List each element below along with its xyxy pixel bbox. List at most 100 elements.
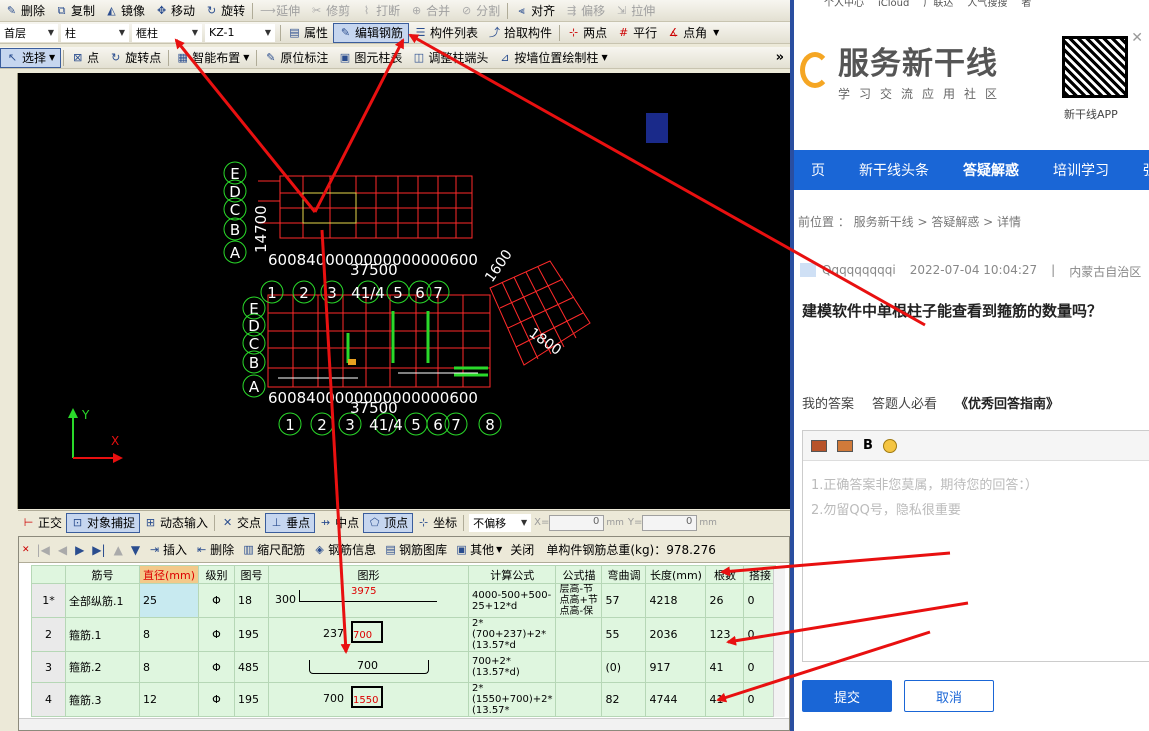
- bookmark-link[interactable]: 者: [1021, 0, 1031, 10]
- grade-cell[interactable]: Φ: [198, 651, 236, 683]
- formula-cell[interactable]: 4000-500+500-25+12*d: [468, 583, 557, 618]
- table-row[interactable]: 4 箍筋.3 12 Φ 195 700 1550 2*(1550+700)+2*(13.57*…: [31, 682, 777, 717]
- column-header[interactable]: 搭接: [743, 565, 777, 584]
- column-header[interactable]: 根数: [705, 565, 745, 584]
- prev-record-icon[interactable]: ◀: [54, 543, 71, 557]
- column-header[interactable]: 图形: [268, 565, 470, 584]
- answerer-notice-link[interactable]: 答题人必看: [872, 393, 937, 412]
- bold-icon[interactable]: B: [863, 438, 873, 453]
- in-place-annotation-button[interactable]: ✎ 原位标注: [259, 48, 333, 68]
- close-icon[interactable]: ✕: [1131, 30, 1143, 46]
- nav-item[interactable]: 答疑解惑: [946, 160, 1036, 180]
- bookmark-link[interactable]: 人气搜搜: [967, 0, 1007, 10]
- move-down-icon[interactable]: ▼: [127, 543, 144, 557]
- formula-cell[interactable]: 700+2*(13.57*d): [468, 651, 557, 683]
- table-row[interactable]: 3 箍筋.2 8 Φ 485 700 700+2*(13.57*d) (0) 917 41 0: [31, 651, 777, 683]
- edit-rebar-button[interactable]: ✎ 编辑钢筋: [333, 22, 410, 43]
- toolbar-copy-button[interactable]: ⧉ 复制: [50, 1, 100, 21]
- rebar-library-button[interactable]: ▤ 钢筋图库: [380, 541, 451, 558]
- lap-cell[interactable]: 0: [743, 583, 777, 618]
- row-index-cell[interactable]: 3: [31, 651, 66, 683]
- first-record-icon[interactable]: |◀: [33, 543, 54, 557]
- table-row[interactable]: 2 箍筋.1 8 Φ 195 237 700 2*(700+237)+2*(13.57*d 55…: [31, 617, 777, 652]
- toolbar-align-button[interactable]: ⫷ 对齐: [510, 1, 560, 21]
- shape-cell[interactable]: 700: [268, 651, 470, 683]
- floor-select[interactable]: 首层 ▼: [0, 23, 58, 42]
- toolbar-mirror-button[interactable]: ◭ 镜像: [100, 1, 150, 21]
- toolbar-offset-button[interactable]: ⇶ 偏移: [560, 1, 610, 21]
- last-record-icon[interactable]: ▶|: [88, 543, 109, 557]
- length-cell[interactable]: 4744: [645, 682, 707, 717]
- rebar-name-cell[interactable]: 箍筋.3: [65, 682, 140, 717]
- formula-desc-cell[interactable]: [555, 617, 603, 652]
- answer-editor[interactable]: B 1.正确答案非您莫属，期待您的回答：） 2.勿留QQ号，隐私很重要: [802, 430, 1149, 662]
- formula-desc-cell[interactable]: [555, 682, 603, 717]
- diameter-cell[interactable]: 8: [138, 651, 200, 683]
- grade-cell[interactable]: Φ: [198, 617, 236, 652]
- properties-button[interactable]: ▤ 属性: [283, 23, 333, 43]
- component-select[interactable]: KZ-1 ▼: [205, 23, 275, 42]
- dynamic-input-toggle[interactable]: ⊞ 动态输入: [140, 513, 212, 533]
- parallel-button[interactable]: # 平行: [612, 23, 662, 43]
- column-header[interactable]: 筋号: [65, 565, 140, 584]
- site-logo[interactable]: 服务新干线 学习交流应用社区: [800, 38, 1006, 102]
- scale-rebar-button[interactable]: ▥ 缩尺配筋: [238, 541, 309, 558]
- toolbar-pencil-button[interactable]: ✎ 删除: [0, 1, 50, 21]
- diameter-cell[interactable]: 25: [138, 583, 200, 618]
- cad-drawing-canvas[interactable]: 1 2 3 41/4 5 6 7 1 2 3 41/4 5 6 7 8 EDCBAEDCBA 600840…: [18, 73, 790, 509]
- grade-cell[interactable]: Φ: [198, 682, 236, 717]
- rebar-name-cell[interactable]: 箍筋.2: [65, 651, 140, 683]
- toolbar-extend-button[interactable]: ⟶ 延伸: [255, 1, 305, 21]
- submit-button[interactable]: 提交: [802, 680, 892, 712]
- select-button[interactable]: ↖ 选择 ▼: [0, 47, 62, 68]
- toolbar-move-button[interactable]: ✥ 移动: [150, 1, 200, 21]
- subtype-select[interactable]: 框柱 ▼: [132, 23, 202, 42]
- figure-number-cell[interactable]: 195: [234, 617, 270, 652]
- length-cell[interactable]: 2036: [645, 617, 707, 652]
- count-cell[interactable]: 41: [705, 651, 745, 683]
- x-coord-input[interactable]: 0: [549, 514, 605, 531]
- other-menu-button[interactable]: ▣ 其他 ▼: [451, 541, 506, 558]
- toolbar-trim-button[interactable]: ✂ 修剪: [305, 1, 355, 21]
- lap-cell[interactable]: 0: [743, 617, 777, 652]
- row-index-cell[interactable]: 2: [31, 617, 66, 652]
- column-header[interactable]: 图号: [234, 565, 270, 584]
- insert-button[interactable]: ⇥ 插入: [144, 541, 191, 558]
- bend-adjust-cell[interactable]: (0): [601, 651, 647, 683]
- toolbar-break-button[interactable]: ⌇ 打断: [355, 1, 405, 21]
- draw-by-wall-button[interactable]: ⊿ 按墙位置绘制柱 ▼: [493, 48, 612, 68]
- nav-item[interactable]: 页: [794, 160, 842, 180]
- point-button[interactable]: ⊠ 点: [66, 48, 104, 68]
- column-header[interactable]: 计算公式: [468, 565, 557, 584]
- component-list-button[interactable]: ☰ 构件列表: [409, 23, 483, 43]
- column-table-button[interactable]: ▣ 图元柱表: [333, 48, 407, 68]
- column-header[interactable]: 弯曲调: [601, 565, 647, 584]
- move-up-icon[interactable]: ▲: [110, 543, 127, 557]
- close-panel-button[interactable]: 关闭: [506, 541, 538, 558]
- count-cell[interactable]: 26: [705, 583, 745, 618]
- shape-cell[interactable]: 300 3975: [268, 583, 470, 618]
- length-cell[interactable]: 4218: [645, 583, 707, 618]
- diameter-cell[interactable]: 12: [138, 682, 200, 717]
- intersection-snap[interactable]: ✕ 交点: [217, 513, 265, 533]
- author-name[interactable]: Qqqqqqqqqi: [822, 263, 896, 280]
- formula-desc-cell[interactable]: [555, 651, 603, 683]
- nav-item[interactable]: 培训学习: [1036, 160, 1126, 180]
- count-cell[interactable]: 123: [705, 617, 745, 652]
- rebar-name-cell[interactable]: 箍筋.1: [65, 617, 140, 652]
- bookmark-link[interactable]: 广联达: [923, 0, 953, 10]
- horizontal-scrollbar[interactable]: [19, 718, 789, 730]
- formula-cell[interactable]: 2*(1550+700)+2*(13.57*: [468, 682, 557, 717]
- cancel-button[interactable]: 取消: [904, 680, 994, 712]
- row-index-cell[interactable]: 4: [31, 682, 66, 717]
- point-angle-button[interactable]: ∡ 点角 ▼: [662, 23, 724, 43]
- midpoint-snap[interactable]: ⇸ 中点: [315, 513, 363, 533]
- object-snap-toggle[interactable]: ⊡ 对象捕捉: [66, 512, 141, 533]
- emoji-icon[interactable]: [882, 438, 897, 453]
- figure-number-cell[interactable]: 18: [234, 583, 270, 618]
- column-header[interactable]: 公式描: [555, 565, 603, 584]
- offset-select[interactable]: 不偏移 ▼: [469, 513, 532, 532]
- column-header[interactable]: 直径(mm): [138, 565, 200, 584]
- next-record-icon[interactable]: ▶: [71, 543, 88, 557]
- rotate-point-button[interactable]: ↻ 旋转点: [104, 48, 166, 68]
